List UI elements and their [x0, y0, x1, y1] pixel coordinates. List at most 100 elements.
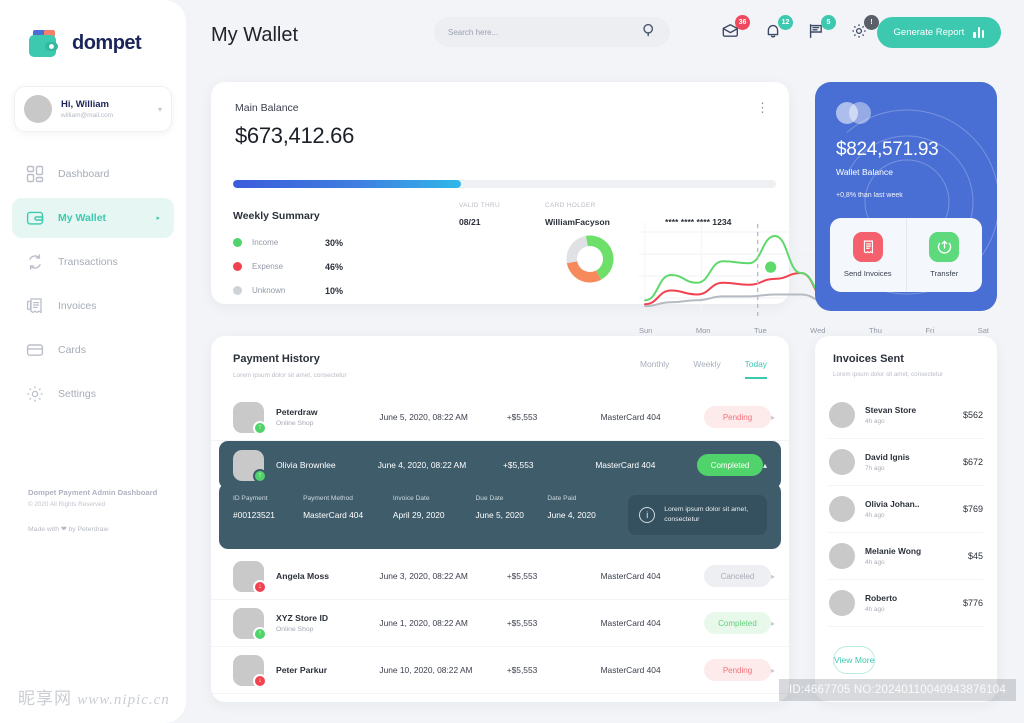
chevron-right-icon[interactable]: ▸: [156, 214, 160, 222]
gear-icon: [26, 385, 44, 403]
search-input[interactable]: [448, 27, 642, 37]
x-tick-label: Sat: [977, 326, 989, 335]
info-icon: i: [639, 507, 656, 523]
user-email: william@mail.com: [61, 112, 114, 119]
table-row[interactable]: ↓ Angela Moss June 3, 2020, 08:22 AM +$5,55…: [211, 553, 789, 600]
brand-logo[interactable]: dompet: [0, 0, 186, 60]
list-item[interactable]: Roberto 4h ago $776: [829, 580, 983, 627]
chevron-icon[interactable]: ▸: [771, 666, 775, 675]
avatar: [829, 543, 855, 569]
chevron-icon[interactable]: ▴: [763, 461, 767, 470]
search-bar[interactable]: [434, 17, 670, 47]
payer-block: Olivia Brownlee: [276, 460, 378, 470]
payer-sub: Online Shop: [276, 626, 314, 633]
detail-key: Date Paid: [547, 495, 577, 502]
sidebar-item-cards[interactable]: Cards: [12, 330, 174, 370]
mail-icon[interactable]: 36: [722, 15, 750, 42]
list-item[interactable]: Melanie Wong 4h ago $45: [829, 533, 983, 580]
legend-label: Unknown: [252, 286, 286, 295]
legend-value: 30%: [324, 237, 343, 248]
payment-date: June 10, 2020, 08:22 AM: [379, 665, 473, 675]
detail-value: June 5, 2020: [475, 510, 524, 520]
table-row[interactable]: ↓ Peter Parkur June 10, 2020, 08:22 AM +$5,…: [211, 647, 789, 694]
view-more-button[interactable]: View More: [833, 646, 876, 674]
card-holder-label: CARD HOLDER: [545, 202, 596, 209]
list-item[interactable]: David Ignis 7h ago $672: [829, 439, 983, 486]
send-invoices-button[interactable]: Send Invoices: [830, 218, 906, 292]
legend-dot-icon: [233, 238, 242, 247]
status-badge[interactable]: Completed: [703, 612, 771, 634]
gear-icon[interactable]: !: [851, 15, 879, 42]
message-icon[interactable]: 5: [808, 15, 836, 42]
invoice-meta: David Ignis 7h ago: [865, 452, 953, 472]
payment-card: MasterCard 404: [595, 460, 656, 470]
tab-monthly[interactable]: Monthly: [640, 359, 669, 379]
sidebar-item-settings[interactable]: Settings: [12, 374, 174, 414]
balance-progress-fill: [233, 180, 462, 188]
list-item[interactable]: Olivia Johan.. 4h ago $769: [829, 486, 983, 533]
payer-name: Peter Parkur: [276, 665, 328, 675]
invoice-meta: Melanie Wong 4h ago: [865, 546, 958, 566]
tab-today[interactable]: Today: [744, 359, 767, 379]
transfer-button[interactable]: Transfer: [905, 218, 983, 292]
payment-amount: +$5,553: [506, 618, 538, 628]
refresh-icon: [26, 253, 44, 271]
detail-note: i Lorem ipsum dolor sit amet, consectetur: [628, 495, 767, 535]
status-badge[interactable]: Pending: [703, 659, 771, 681]
valid-thru-label: VALID THRU: [459, 202, 501, 209]
table-row[interactable]: ↑ Olivia Brownlee June 4, 2020, 08:22 AM +$…: [219, 441, 781, 489]
tab-weekly[interactable]: Weekly: [693, 359, 720, 379]
table-row[interactable]: ↑ XYZ Store ID Online Shop June 1, 2020, 08…: [211, 600, 789, 647]
payment-card: MasterCard 404: [600, 665, 661, 675]
sidebar-item-label: My Wallet: [58, 212, 107, 224]
chevron-icon[interactable]: ▸: [771, 413, 775, 422]
status-badge[interactable]: Canceled: [703, 565, 771, 587]
invoice-time: 4h ago: [865, 606, 885, 613]
user-profile-card[interactable]: Hi, William william@mail.com ▾: [14, 86, 172, 132]
invoice-meta: Stevan Store 4h ago: [865, 405, 953, 425]
wallet-delta: +0,8% than last week: [836, 192, 903, 199]
transfer-up-icon: [929, 232, 960, 262]
main-balance-amount: $673,412.66: [235, 123, 355, 148]
invoice-name: Olivia Johan..: [865, 499, 920, 509]
footer-credit: Made with ❤ by Peterdraw: [28, 526, 109, 534]
chevron-icon[interactable]: ▸: [771, 619, 775, 628]
payer-name: Peterdraw: [276, 407, 318, 417]
search-icon[interactable]: [642, 23, 656, 42]
payment-card: MasterCard 404: [600, 618, 661, 628]
detail-field: Payment Method MasterCard 404: [303, 495, 393, 520]
detail-note-text: Lorem ipsum dolor sit amet, consectetur: [664, 505, 749, 523]
chevron-icon[interactable]: ▸: [771, 572, 775, 581]
avatar: ↑: [233, 449, 267, 483]
table-row[interactable]: ↑ Peterdraw Online Shop June 5, 2020, 08:22…: [211, 394, 789, 441]
sidebar-item-dashboard[interactable]: Dashboard: [12, 154, 174, 194]
chevron-down-icon[interactable]: ▾: [158, 105, 162, 114]
more-vertical-icon[interactable]: ⋮: [756, 100, 769, 116]
user-greeting: Hi, William: [61, 99, 109, 110]
weekly-summary-title: Weekly Summary: [233, 210, 320, 222]
payment-history-title: Payment History: [233, 353, 320, 365]
generate-report-button[interactable]: Generate Report: [877, 17, 1001, 48]
line-chart-x-axis: Sun Mon Tue Wed Thu Fri Sat: [639, 326, 989, 335]
bell-icon[interactable]: 12: [765, 15, 793, 42]
invoice-rows: Stevan Store 4h ago $562 David Ignis 7h ago $…: [815, 392, 997, 627]
sidebar-item-transactions[interactable]: Transactions: [12, 242, 174, 282]
status-badge[interactable]: Pending: [703, 406, 771, 428]
status-badge[interactable]: Completed: [697, 454, 763, 476]
payment-detail-panel: ID Payment #00123521 Payment Method MasterC…: [219, 483, 781, 549]
invoice-icon: [852, 232, 883, 262]
watermark-right: ID:4667705 NO:20240110040943876104: [779, 679, 1016, 701]
sidebar-item-my-wallet[interactable]: My Wallet ▸: [12, 198, 174, 238]
sidebar-item-invoices[interactable]: Invoices: [12, 286, 174, 326]
avatar: [829, 402, 855, 428]
payment-date: June 1, 2020, 08:22 AM: [379, 618, 468, 628]
card-icon: [26, 341, 44, 359]
invoice-name: Roberto: [865, 593, 898, 603]
detail-value: April 29, 2020: [392, 510, 445, 520]
sidebar-item-label: Dashboard: [58, 168, 110, 180]
detail-value: #00123521: [233, 510, 275, 520]
send-invoices-label: Send Invoices: [843, 269, 892, 278]
invoice-amount: $672: [962, 457, 983, 467]
list-item[interactable]: Stevan Store 4h ago $562: [829, 392, 983, 439]
invoice-time: 4h ago: [865, 512, 885, 519]
